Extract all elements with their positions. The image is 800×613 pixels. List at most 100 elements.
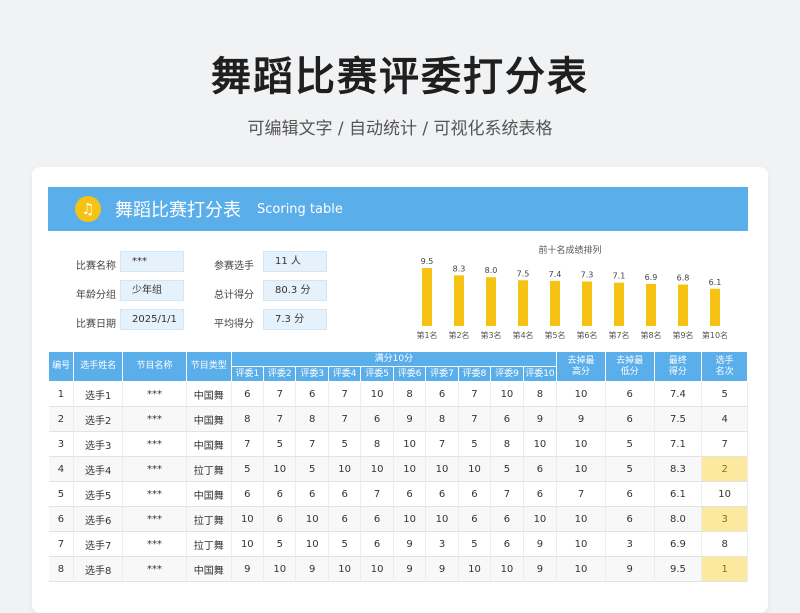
cell-rank[interactable]: 1 xyxy=(701,556,748,582)
cell-judge-score[interactable]: 9 xyxy=(523,406,558,432)
cell-final[interactable]: 7.4 xyxy=(654,381,703,407)
cell-program[interactable]: *** xyxy=(122,556,187,582)
cell-judge-score[interactable]: 6 xyxy=(295,381,329,407)
cell-judge-score[interactable]: 6 xyxy=(425,481,459,507)
cell-drop-high[interactable]: 10 xyxy=(556,381,606,407)
cell-judge-score[interactable]: 10 xyxy=(425,506,459,532)
cell-player[interactable]: 选手3 xyxy=(73,431,124,457)
cell-judge-score[interactable]: 10 xyxy=(523,506,558,532)
cell-final[interactable]: 8.0 xyxy=(654,506,703,532)
cell-num[interactable]: 3 xyxy=(48,431,75,457)
cell-program[interactable]: *** xyxy=(122,406,187,432)
cell-player[interactable]: 选手2 xyxy=(73,406,124,432)
cell-program[interactable]: *** xyxy=(122,381,187,407)
cell-judge-score[interactable]: 7 xyxy=(328,381,362,407)
cell-judge-score[interactable]: 5 xyxy=(328,431,362,457)
cell-drop-high[interactable]: 10 xyxy=(556,531,606,557)
cell-num[interactable]: 8 xyxy=(48,556,75,582)
cell-type[interactable]: 中国舞 xyxy=(186,381,232,407)
cell-judge-score[interactable]: 10 xyxy=(231,531,265,557)
cell-judge-score[interactable]: 6 xyxy=(458,506,492,532)
cell-judge-score[interactable]: 6 xyxy=(360,406,394,432)
cell-type[interactable]: 中国舞 xyxy=(186,406,232,432)
cell-judge-score[interactable]: 8 xyxy=(523,381,558,407)
cell-judge-score[interactable]: 5 xyxy=(458,431,492,457)
cell-player[interactable]: 选手7 xyxy=(73,531,124,557)
cell-drop-high[interactable]: 10 xyxy=(556,456,606,482)
cell-judge-score[interactable]: 7 xyxy=(458,406,492,432)
cell-judge-score[interactable]: 7 xyxy=(231,431,265,457)
cell-judge-score[interactable]: 6 xyxy=(360,531,394,557)
cell-judge-score[interactable]: 10 xyxy=(295,531,329,557)
competition-name-field[interactable]: *** xyxy=(120,251,184,272)
cell-judge-score[interactable]: 9 xyxy=(231,556,265,582)
cell-judge-score[interactable]: 6 xyxy=(263,481,297,507)
cell-player[interactable]: 选手5 xyxy=(73,481,124,507)
cell-judge-score[interactable]: 10 xyxy=(263,456,297,482)
cell-judge-score[interactable]: 8 xyxy=(295,406,329,432)
cell-judge-score[interactable]: 10 xyxy=(263,556,297,582)
cell-judge-score[interactable]: 10 xyxy=(393,506,427,532)
cell-num[interactable]: 2 xyxy=(48,406,75,432)
cell-judge-score[interactable]: 5 xyxy=(231,456,265,482)
cell-player[interactable]: 选手6 xyxy=(73,506,124,532)
cell-rank[interactable]: 4 xyxy=(701,406,748,432)
cell-type[interactable]: 拉丁舞 xyxy=(186,506,232,532)
cell-drop-high[interactable]: 10 xyxy=(556,556,606,582)
cell-judge-score[interactable]: 10 xyxy=(328,556,362,582)
cell-judge-score[interactable]: 5 xyxy=(295,456,329,482)
cell-judge-score[interactable]: 6 xyxy=(231,481,265,507)
cell-judge-score[interactable]: 8 xyxy=(425,406,459,432)
cell-judge-score[interactable]: 5 xyxy=(458,531,492,557)
players-count-field[interactable]: 11 人 xyxy=(263,251,327,272)
cell-judge-score[interactable]: 10 xyxy=(231,506,265,532)
cell-judge-score[interactable]: 10 xyxy=(295,506,329,532)
cell-drop-low[interactable]: 6 xyxy=(605,506,655,532)
cell-judge-score[interactable]: 7 xyxy=(295,431,329,457)
cell-judge-score[interactable]: 9 xyxy=(393,556,427,582)
cell-judge-score[interactable]: 6 xyxy=(263,506,297,532)
cell-drop-low[interactable]: 5 xyxy=(605,431,655,457)
cell-judge-score[interactable]: 7 xyxy=(490,481,524,507)
cell-judge-score[interactable]: 10 xyxy=(328,456,362,482)
cell-num[interactable]: 5 xyxy=(48,481,75,507)
cell-judge-score[interactable]: 8 xyxy=(490,431,524,457)
cell-num[interactable]: 6 xyxy=(48,506,75,532)
cell-program[interactable]: *** xyxy=(122,456,187,482)
cell-final[interactable]: 6.9 xyxy=(654,531,703,557)
competition-date-field[interactable]: 2025/1/1 xyxy=(120,309,184,330)
cell-drop-low[interactable]: 6 xyxy=(605,406,655,432)
cell-judge-score[interactable]: 10 xyxy=(490,381,524,407)
cell-rank[interactable]: 5 xyxy=(701,381,748,407)
cell-judge-score[interactable]: 7 xyxy=(360,481,394,507)
cell-type[interactable]: 拉丁舞 xyxy=(186,531,232,557)
cell-judge-score[interactable]: 7 xyxy=(458,381,492,407)
cell-judge-score[interactable]: 10 xyxy=(393,431,427,457)
cell-judge-score[interactable]: 5 xyxy=(263,431,297,457)
cell-num[interactable]: 1 xyxy=(48,381,75,407)
cell-judge-score[interactable]: 10 xyxy=(458,556,492,582)
cell-judge-score[interactable]: 7 xyxy=(425,431,459,457)
cell-type[interactable]: 中国舞 xyxy=(186,481,232,507)
cell-judge-score[interactable]: 5 xyxy=(263,531,297,557)
cell-judge-score[interactable]: 6 xyxy=(523,456,558,482)
cell-judge-score[interactable]: 9 xyxy=(393,406,427,432)
cell-program[interactable]: *** xyxy=(122,531,187,557)
cell-player[interactable]: 选手1 xyxy=(73,381,124,407)
age-group-field[interactable]: 少年组 xyxy=(120,280,184,301)
cell-judge-score[interactable]: 5 xyxy=(490,456,524,482)
cell-final[interactable]: 7.5 xyxy=(654,406,703,432)
cell-judge-score[interactable]: 10 xyxy=(360,556,394,582)
cell-rank[interactable]: 7 xyxy=(701,431,748,457)
total-score-field[interactable]: 80.3 分 xyxy=(263,280,327,301)
cell-judge-score[interactable]: 6 xyxy=(295,481,329,507)
cell-drop-low[interactable]: 6 xyxy=(605,381,655,407)
cell-drop-low[interactable]: 9 xyxy=(605,556,655,582)
cell-type[interactable]: 拉丁舞 xyxy=(186,456,232,482)
cell-judge-score[interactable]: 9 xyxy=(523,556,558,582)
cell-player[interactable]: 选手4 xyxy=(73,456,124,482)
cell-judge-score[interactable]: 10 xyxy=(393,456,427,482)
cell-drop-high[interactable]: 10 xyxy=(556,506,606,532)
cell-judge-score[interactable]: 10 xyxy=(425,456,459,482)
cell-judge-score[interactable]: 6 xyxy=(425,381,459,407)
